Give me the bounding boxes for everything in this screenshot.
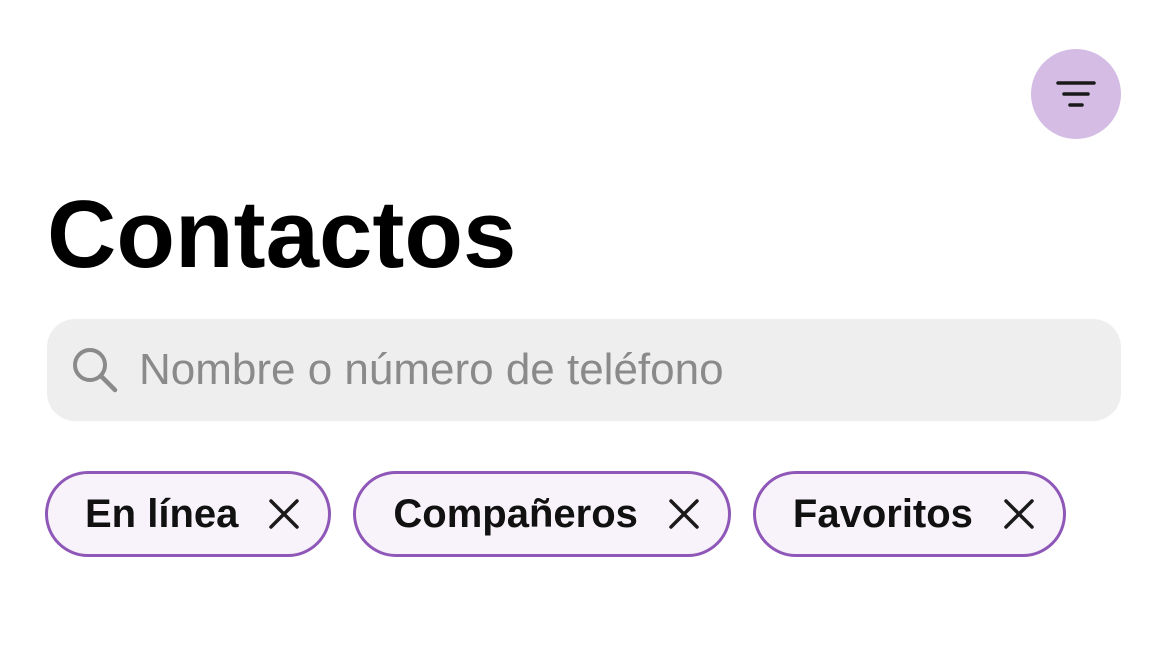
close-icon[interactable] [664, 494, 704, 534]
search-icon [69, 344, 121, 396]
search-input[interactable] [137, 339, 1041, 401]
chip-label: Favoritos [792, 491, 973, 536]
chip-label: Compañeros [393, 491, 638, 536]
close-icon[interactable] [264, 494, 304, 534]
chip-companeros[interactable]: Compañeros [353, 471, 731, 557]
chip-label: En línea [85, 491, 239, 536]
chip-en-linea[interactable]: En línea [45, 471, 332, 557]
filter-lines-icon [1056, 80, 1096, 108]
close-icon[interactable] [999, 494, 1039, 534]
search-bar[interactable] [47, 319, 1121, 421]
filter-button[interactable] [1031, 49, 1121, 139]
chip-favoritos[interactable]: Favoritos [752, 471, 1066, 557]
filter-chips: En línea Compañeros Favoritos [45, 471, 1066, 557]
page-title: Contactos [47, 181, 517, 288]
